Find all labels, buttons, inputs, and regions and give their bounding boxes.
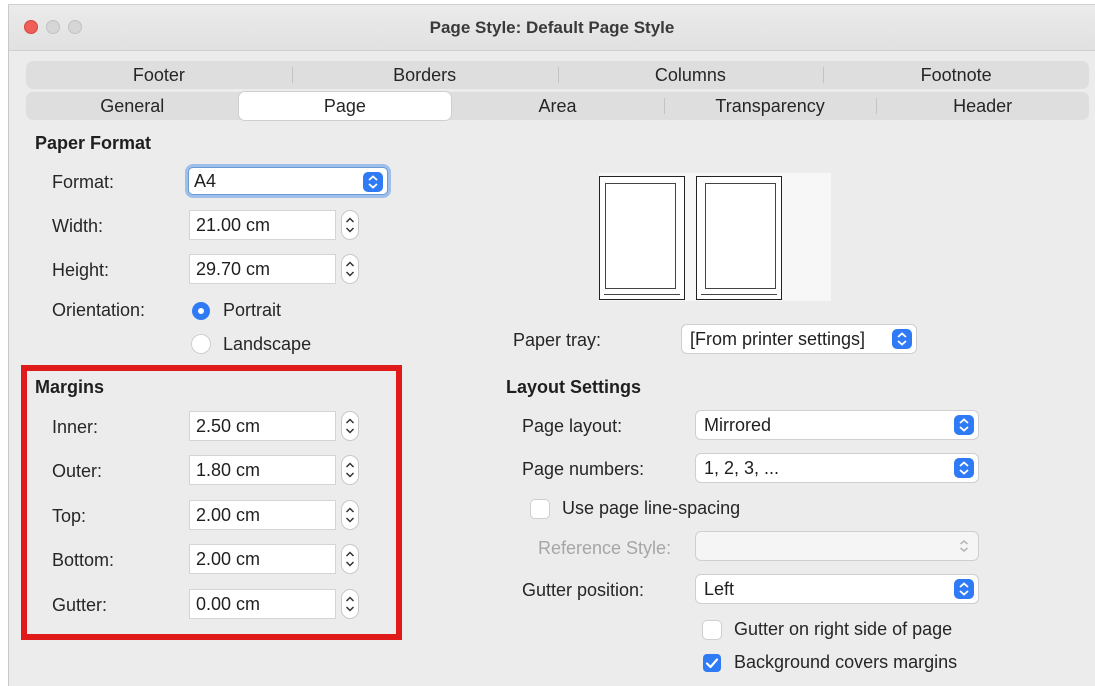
orientation-label: Orientation: (52, 300, 146, 320)
chevron-updown-icon (954, 458, 974, 478)
width-stepper[interactable] (342, 211, 358, 239)
landscape-radio[interactable] (192, 335, 210, 353)
paper-tray-value: [From printer settings] (690, 329, 866, 349)
chevron-updown-icon (954, 536, 974, 556)
width-field[interactable]: 21.00 cm (190, 211, 335, 239)
portrait-label[interactable]: Portrait (223, 300, 281, 321)
use-line-spacing-checkbox[interactable] (531, 500, 549, 518)
landscape-label[interactable]: Landscape (223, 334, 311, 355)
checkmark-icon (705, 658, 719, 669)
chevron-updown-icon (954, 579, 974, 599)
dialog-window: Page Style: Default Page Style Footer Bo… (8, 4, 1095, 686)
portrait-radio[interactable] (192, 302, 210, 320)
margins-highlight-box (21, 365, 402, 640)
tab-general[interactable]: General (26, 92, 239, 120)
chevron-updown-icon (954, 415, 974, 435)
format-label: Format: (52, 172, 115, 192)
page-numbers-select[interactable]: 1, 2, 3, ... (696, 454, 978, 482)
tab-page[interactable]: Page (238, 92, 452, 120)
height-stepper[interactable] (342, 255, 358, 283)
page-layout-select[interactable]: Mirrored (696, 411, 978, 439)
gutter-position-label: Gutter position: (522, 580, 645, 600)
format-value: A4 (194, 171, 217, 191)
tab-borders[interactable]: Borders (291, 61, 558, 89)
gutter-position-select[interactable]: Left (696, 575, 978, 603)
gutter-position-value: Left (704, 579, 735, 599)
page-numbers-label: Page numbers: (522, 459, 645, 479)
paper-tray-select[interactable]: [From printer settings] (682, 325, 916, 353)
background-covers-label[interactable]: Background covers margins (734, 652, 957, 673)
tab-columns[interactable]: Columns (557, 61, 824, 89)
page-layout-label: Page layout: (522, 416, 623, 436)
chevron-updown-icon (892, 329, 912, 349)
use-line-spacing-label[interactable]: Use page line-spacing (562, 498, 740, 519)
right-page-preview (696, 176, 782, 300)
chevron-updown-icon (363, 172, 383, 192)
left-page-preview (599, 176, 685, 300)
layout-settings-heading: Layout Settings (506, 377, 642, 397)
height-field[interactable]: 29.70 cm (190, 255, 335, 283)
tab-header[interactable]: Header (876, 92, 1089, 120)
reference-style-select[interactable] (696, 532, 978, 560)
page-preview (599, 173, 831, 301)
paper-format-heading: Paper Format (35, 133, 152, 153)
tab-footer[interactable]: Footer (26, 61, 292, 89)
width-label: Width: (52, 216, 104, 236)
window-title: Page Style: Default Page Style (429, 18, 675, 37)
gutter-right-checkbox[interactable] (703, 621, 721, 639)
format-select[interactable]: A4 (188, 167, 388, 195)
tab-area[interactable]: Area (451, 92, 664, 120)
height-label: Height: (52, 260, 110, 280)
tab-row-bottom: General Page Area Transparency Header (26, 92, 1089, 120)
paper-tray-label: Paper tray: (513, 330, 602, 350)
tab-footnote[interactable]: Footnote (823, 61, 1089, 89)
gutter-right-label[interactable]: Gutter on right side of page (734, 619, 952, 640)
reference-style-label: Reference Style: (538, 538, 672, 558)
title-bar: Page Style: Default Page Style (9, 5, 1095, 51)
page-numbers-value: 1, 2, 3, ... (704, 458, 780, 478)
tab-row-top: Footer Borders Columns Footnote (26, 61, 1089, 89)
page-layout-value: Mirrored (704, 415, 772, 435)
background-covers-checkbox[interactable] (703, 654, 721, 672)
tab-transparency[interactable]: Transparency (663, 92, 877, 120)
